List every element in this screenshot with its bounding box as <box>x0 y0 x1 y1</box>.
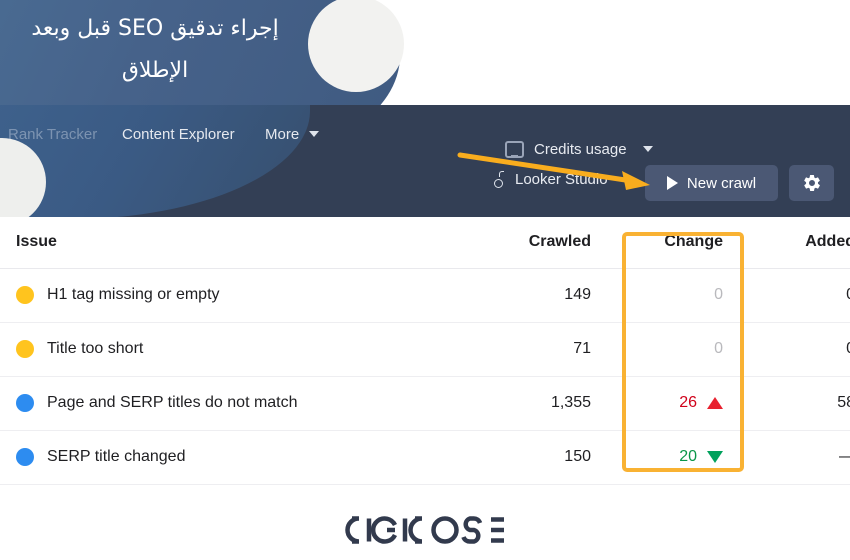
gear-icon <box>803 174 820 192</box>
looker-studio-link[interactable]: Looker Studio <box>493 171 608 188</box>
looker-studio-icon <box>493 171 506 188</box>
triangle-down-icon <box>707 451 723 463</box>
cell-added: 58 <box>745 376 850 431</box>
triangle-up-icon <box>707 397 723 409</box>
table-row[interactable]: H1 tag missing or empty 149 0 0 <box>0 268 850 323</box>
chevron-down-icon <box>642 146 653 152</box>
info-icon-warning[interactable] <box>16 340 34 358</box>
monitor-icon <box>505 140 524 158</box>
hero-banner: إجراء تدقيق SEO قبل وبعد الإطلاق <box>0 0 850 110</box>
change-value: 26 <box>679 394 697 411</box>
cell-crawled: 149 <box>456 268 613 323</box>
new-crawl-label: New crawl <box>686 174 757 192</box>
banner-decorative-circle <box>308 0 404 92</box>
navbar-top-row: Rank Tracker Content Explorer More Credi… <box>0 119 850 158</box>
footer-logo <box>0 515 850 545</box>
issue-label: Page and SERP titles do not match <box>47 394 298 411</box>
cell-added: — <box>745 430 850 485</box>
banner-title-line-2: الإطلاق <box>121 58 189 83</box>
table-row[interactable]: SERP title changed 150 20 — <box>0 430 850 485</box>
cell-added: 0 <box>745 322 850 377</box>
cell-change: 0 <box>613 322 745 377</box>
banner-title-line-1: إجراء تدقيق SEO قبل وبعد <box>31 16 279 41</box>
issues-table-container: Issue Crawled Change Added H1 tag missin… <box>0 217 850 485</box>
cell-added: 0 <box>745 268 850 323</box>
looker-studio-label: Looker Studio <box>515 171 608 188</box>
info-icon-warning[interactable] <box>16 286 34 304</box>
table-row[interactable]: Page and SERP titles do not match 1,355 … <box>0 376 850 431</box>
page-root: إجراء تدقيق SEO قبل وبعد الإطلاق Rank Tr… <box>0 0 850 560</box>
cell-change: 0 <box>613 268 745 323</box>
change-value: 0 <box>714 286 723 303</box>
nav-item-content-explorer-label: Content Explorer <box>122 126 235 143</box>
column-header-issue[interactable]: Issue <box>0 217 456 269</box>
cell-issue: Page and SERP titles do not match <box>0 376 456 431</box>
navbar-bottom-row: Looker Studio New crawl <box>0 165 850 209</box>
cell-issue: Title too short <box>0 322 456 377</box>
cell-crawled: 150 <box>456 430 613 485</box>
credits-usage-label: Credits usage <box>534 140 627 158</box>
cell-crawled: 1,355 <box>456 376 613 431</box>
issue-label: SERP title changed <box>47 448 186 465</box>
nav-item-more-label: More <box>265 126 300 143</box>
column-header-change[interactable]: Change <box>613 217 745 269</box>
cell-change: 20 <box>613 430 745 485</box>
cell-issue: SERP title changed <box>0 430 456 485</box>
play-icon <box>666 176 678 190</box>
settings-button[interactable] <box>789 165 834 201</box>
table-header-row: Issue Crawled Change Added <box>0 217 850 269</box>
issues-table-head: Issue Crawled Change Added <box>0 217 850 269</box>
app-navbar: Rank Tracker Content Explorer More Credi… <box>0 105 850 217</box>
issues-table: Issue Crawled Change Added H1 tag missin… <box>0 217 850 485</box>
info-icon-info[interactable] <box>16 448 34 466</box>
column-header-added[interactable]: Added <box>745 217 850 269</box>
issue-label: Title too short <box>47 340 144 357</box>
nav-item-rank-tracker[interactable]: Rank Tracker <box>8 119 97 151</box>
cell-change: 26 <box>613 376 745 431</box>
issue-label: H1 tag missing or empty <box>47 286 220 303</box>
column-header-crawled[interactable]: Crawled <box>456 217 613 269</box>
table-row[interactable]: Title too short 71 0 0 <box>0 322 850 377</box>
cell-issue: H1 tag missing or empty <box>0 268 456 323</box>
credits-usage-menu[interactable]: Credits usage <box>505 133 653 165</box>
nav-item-more[interactable]: More <box>265 119 320 151</box>
issues-table-body: H1 tag missing or empty 149 0 0 <box>0 268 850 485</box>
nav-item-rank-tracker-label: Rank Tracker <box>8 126 98 143</box>
new-crawl-button[interactable]: New crawl <box>645 165 778 201</box>
banner-title: إجراء تدقيق SEO قبل وبعد الإطلاق <box>0 8 310 92</box>
change-value: 0 <box>714 340 723 357</box>
cell-crawled: 71 <box>456 322 613 377</box>
nav-item-content-explorer[interactable]: Content Explorer <box>122 119 235 151</box>
change-value: 20 <box>679 448 697 465</box>
chevron-down-icon <box>309 131 320 137</box>
digidose-logo-icon <box>345 516 504 544</box>
info-icon-info[interactable] <box>16 394 34 412</box>
